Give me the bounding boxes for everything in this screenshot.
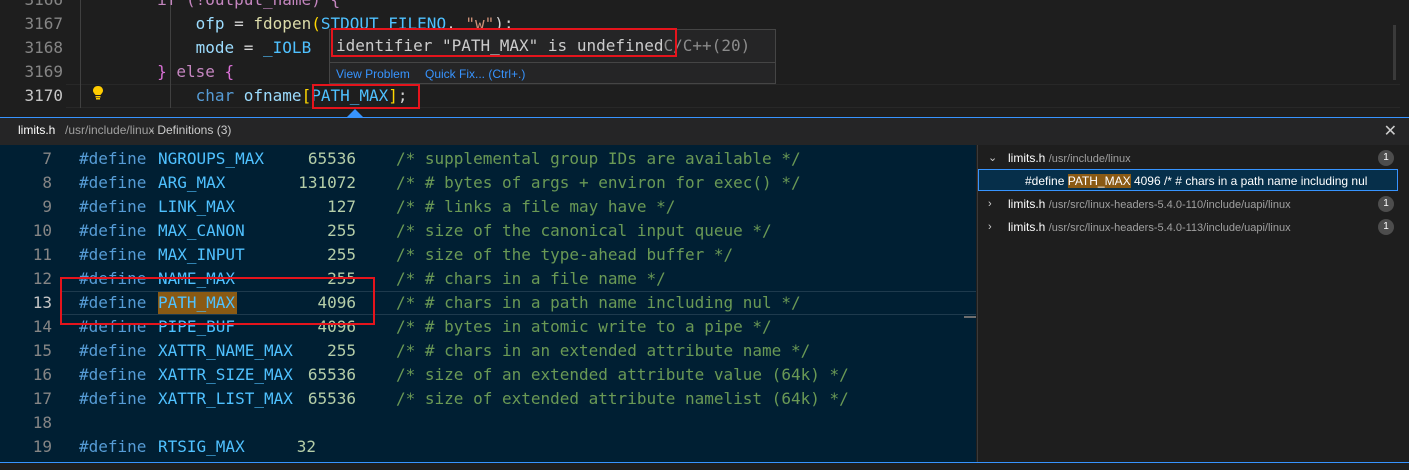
line-number: 10 bbox=[32, 221, 52, 240]
line-number: 12 bbox=[32, 269, 52, 288]
line-number: 17 bbox=[32, 389, 52, 408]
hover-actions: View Problem Quick Fix... (Ctrl+.) bbox=[330, 62, 775, 85]
line-number: 3167 bbox=[24, 14, 63, 33]
peek-pointer bbox=[347, 109, 363, 117]
tree-group-2[interactable]: › limits.h /usr/src/linux-headers-5.4.0-… bbox=[978, 193, 1398, 215]
view-problem-link[interactable]: View Problem bbox=[336, 67, 410, 81]
line-number: 18 bbox=[32, 413, 52, 432]
line-number: 14 bbox=[32, 317, 52, 336]
code-line[interactable]: 18 bbox=[0, 411, 976, 435]
line-number: 19 bbox=[32, 437, 52, 456]
code-line[interactable]: 17 #define XATTR_LIST_MAX 65536/* size of e… bbox=[0, 387, 976, 411]
code-line[interactable]: 7 #define NGROUPS_MAX 65536/* supplemental … bbox=[0, 147, 976, 171]
annotation-box-reference bbox=[312, 84, 420, 109]
scrollbar-marker bbox=[964, 316, 976, 318]
code-text: } else { bbox=[157, 62, 235, 81]
peek-file-path: /usr/include/linux bbox=[65, 123, 155, 137]
code-line-current[interactable]: 3170 char ofname[PATH_MAX]; bbox=[0, 84, 1400, 108]
peek-bottom-border bbox=[0, 462, 1409, 463]
tree-group-1[interactable]: ⌄ limits.h /usr/include/linux 1 bbox=[978, 147, 1398, 169]
tree-file-name: limits.h bbox=[1008, 220, 1046, 234]
quick-fix-link[interactable]: Quick Fix... (Ctrl+.) bbox=[425, 67, 525, 81]
tree-file-name: limits.h bbox=[1008, 197, 1046, 211]
peek-references-tree[interactable]: ⌄ limits.h /usr/include/linux 1 #define … bbox=[977, 145, 1409, 462]
code-line[interactable]: 16 #define XATTR_SIZE_MAX 65536/* size of a… bbox=[0, 363, 976, 387]
tree-file-name: limits.h bbox=[1008, 151, 1046, 165]
line-number: 15 bbox=[32, 341, 52, 360]
peek-header: limits.h /usr/include/linux - Definition… bbox=[0, 117, 1409, 145]
peek-definitions-count: - Definitions (3) bbox=[150, 123, 232, 137]
close-icon[interactable]: ✕ bbox=[1384, 121, 1397, 141]
scrollbar[interactable] bbox=[1393, 25, 1396, 80]
peek-editor[interactable]: 7 #define NGROUPS_MAX 65536/* supplemental … bbox=[0, 145, 976, 462]
line-number: 11 bbox=[32, 245, 52, 264]
line-number: 3168 bbox=[24, 38, 63, 57]
code-line[interactable]: 9 #define LINK_MAX 127/* # links a file may… bbox=[0, 195, 976, 219]
line-number: 3169 bbox=[24, 62, 63, 81]
chevron-right-icon[interactable]: › bbox=[988, 216, 992, 238]
code-line[interactable]: 15 #define XATTR_NAME_MAX 255/* # chars in … bbox=[0, 339, 976, 363]
line-number: 9 bbox=[42, 197, 52, 216]
line-number: 16 bbox=[32, 365, 52, 384]
code-line[interactable]: 11 #define MAX_INPUT 255/* size of the type… bbox=[0, 243, 976, 267]
count-badge: 1 bbox=[1378, 196, 1394, 212]
code-line[interactable]: 3166 if (!output_name) { bbox=[0, 0, 1400, 12]
chevron-down-icon[interactable]: ⌄ bbox=[988, 147, 997, 169]
code-line[interactable]: 8 #define ARG_MAX 131072/* # bytes of args … bbox=[0, 171, 976, 195]
code-line[interactable]: 19 #define RTSIG_MAX 32 bbox=[0, 435, 976, 459]
count-badge: 1 bbox=[1378, 219, 1394, 235]
code-line[interactable]: 10 #define MAX_CANON 255/* size of the cano… bbox=[0, 219, 976, 243]
line-number: 13 bbox=[32, 293, 52, 312]
line-number: 8 bbox=[42, 173, 52, 192]
annotation-box-definition bbox=[60, 277, 375, 325]
tree-file-path: /usr/src/linux-headers-5.4.0-113/include… bbox=[1048, 222, 1291, 234]
lightbulb-icon[interactable] bbox=[90, 84, 106, 104]
tree-file-path: /usr/src/linux-headers-5.4.0-110/include… bbox=[1048, 199, 1291, 211]
annotation-box-error bbox=[331, 28, 677, 57]
chevron-right-icon[interactable]: › bbox=[988, 193, 992, 215]
tree-file-path: /usr/include/linux bbox=[1048, 153, 1131, 165]
tree-item-selected[interactable]: #define PATH_MAX 4096 /* # chars in a pa… bbox=[978, 169, 1398, 191]
code-text: if (!output_name) { bbox=[80, 0, 340, 12]
line-number: 3170 bbox=[24, 86, 63, 105]
line-number: 7 bbox=[42, 149, 52, 168]
count-badge: 1 bbox=[1378, 150, 1394, 166]
code-text: mode = _IOLB bbox=[195, 38, 312, 57]
peek-file-name[interactable]: limits.h bbox=[18, 123, 55, 137]
line-number: 3166 bbox=[0, 0, 63, 12]
tree-group-3[interactable]: › limits.h /usr/src/linux-headers-5.4.0-… bbox=[978, 216, 1398, 238]
symbol-highlight: PATH_MAX bbox=[1067, 174, 1131, 188]
